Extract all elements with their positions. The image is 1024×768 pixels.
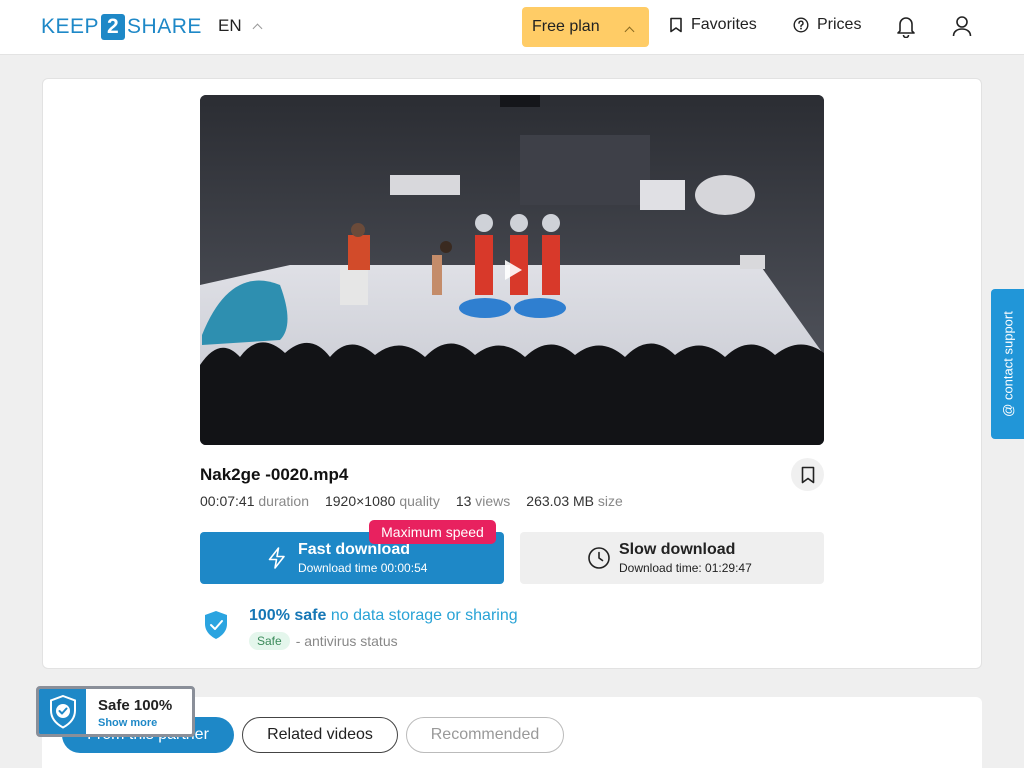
meta-views: 13 views [456,493,510,509]
duration-label: duration [258,493,309,509]
tab-recommended[interactable]: Recommended [406,717,564,753]
shield-check-icon [205,611,227,639]
logo-text-left: KEEP [41,15,100,38]
slow-download-time: Download time: 01:29:47 [619,561,752,575]
max-speed-badge: Maximum speed [369,520,496,544]
language-label: EN [218,16,242,35]
prices-link[interactable]: Prices [793,16,861,34]
meta-size: 263.03 MB size [526,493,623,509]
safety-strong: 100% safe [249,607,327,624]
top-header: KEEP 2 SHARE EN Free plan Favorites Pric… [0,0,1024,55]
chevron-up-icon [624,26,635,37]
bell-icon[interactable] [895,14,917,38]
lightning-icon [268,547,285,569]
antivirus-status: Safe - antivirus status [249,632,398,650]
chevron-up-icon [252,23,263,33]
meta-quality: 1920×1080 quality [325,493,440,509]
size-label: size [597,493,623,509]
badge-show-more-link[interactable]: Show more [98,717,157,729]
slow-download-title: Slow download [619,541,736,558]
safety-light: no data storage or sharing [330,607,518,624]
badge-shield [39,689,86,734]
safe-pill: Safe [249,632,290,650]
views-label: views [475,493,511,509]
antivirus-label: - antivirus status [295,633,398,649]
free-plan-button[interactable]: Free plan [522,7,649,47]
clock-icon [588,547,610,569]
quality-label: quality [399,493,440,509]
fast-download-time: Download time 00:00:54 [298,561,428,575]
question-circle-icon [793,17,809,33]
file-meta: 00:07:41 duration 1920×1080 quality 13 v… [200,493,623,509]
video-thumbnail [200,95,824,445]
views-value: 13 [455,493,472,509]
favorites-label: Favorites [691,16,757,33]
duration-value: 00:07:41 [200,493,255,509]
contact-support-label: @ contact support [1000,311,1015,417]
bookmark-button[interactable] [791,458,824,491]
user-icon[interactable] [951,14,973,38]
bookmark-icon [670,17,682,33]
language-selector[interactable]: EN [218,16,263,36]
video-preview[interactable] [200,95,824,445]
site-logo[interactable]: KEEP 2 SHARE [41,14,202,40]
favorites-link[interactable]: Favorites [669,16,757,34]
safe-badge[interactable]: Safe 100% Show more [36,686,195,737]
safety-statement: 100% safe no data storage or sharing [249,607,518,625]
file-title: Nak2ge -0020.mp4 [200,465,349,484]
plan-label: Free plan [532,18,600,35]
quality-value: 1920×1080 [324,493,396,509]
logo-text-right: SHARE [127,15,202,38]
badge-title: Safe 100% [98,697,173,714]
slow-download-button[interactable]: Slow download Download time: 01:29:47 [520,532,824,584]
prices-label: Prices [817,16,862,33]
bookmark-icon [801,466,814,483]
contact-support-tab[interactable]: @ contact support [991,289,1024,439]
size-value: 263.03 MB [526,493,595,509]
meta-duration: 00:07:41 duration [200,493,309,509]
tab-related-videos[interactable]: Related videos [242,717,398,753]
logo-text-mid: 2 [101,14,126,40]
shield-check-icon [49,694,76,729]
